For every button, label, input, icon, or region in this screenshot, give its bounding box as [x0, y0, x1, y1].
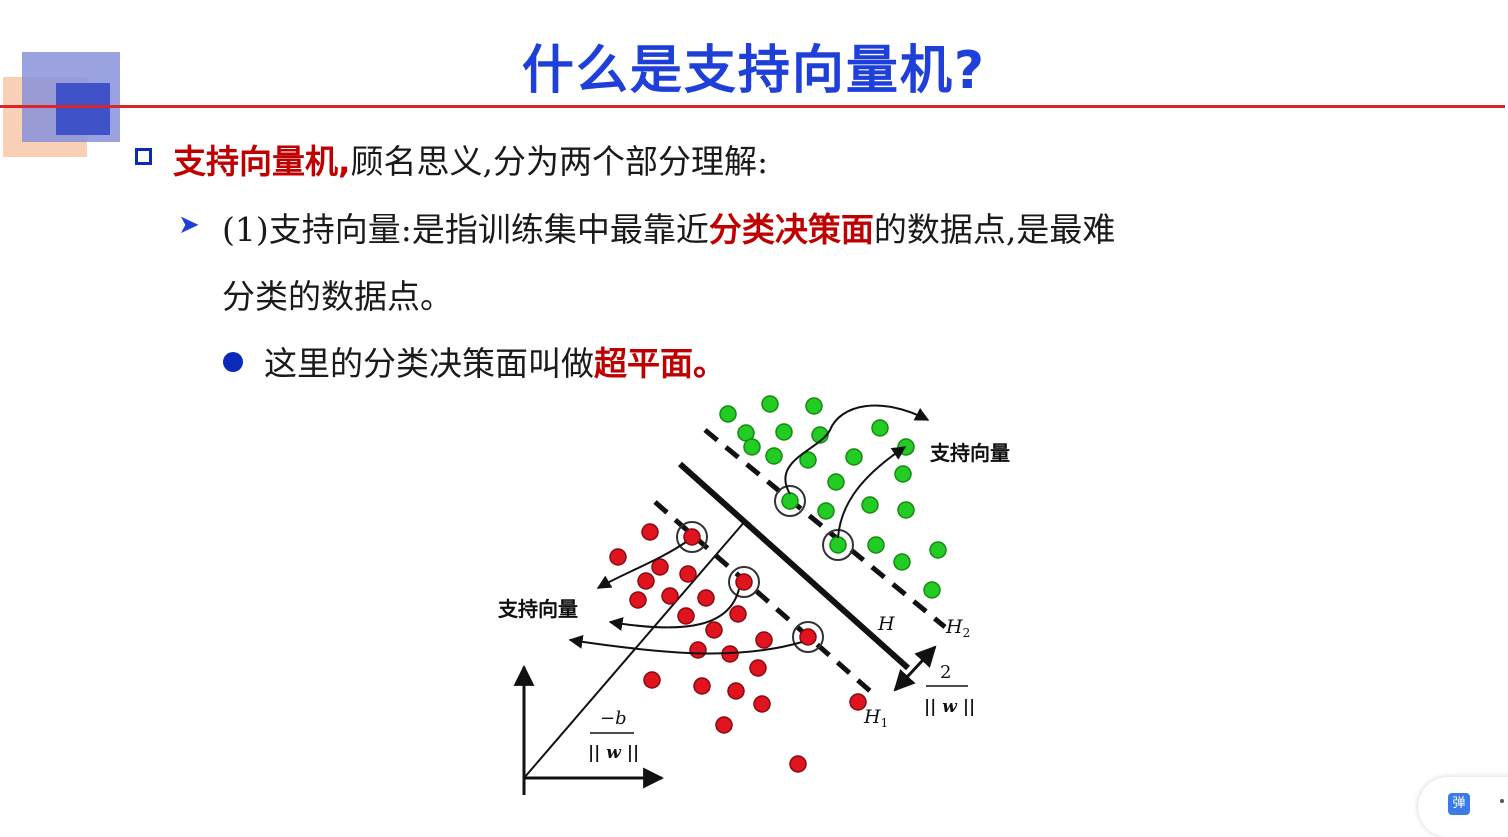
green-point [743, 438, 761, 456]
label-H1: H [863, 706, 881, 728]
bullet-line-1: 支持向量机,顾名思义,分为两个部分理解: [173, 135, 768, 183]
red-support-vector [735, 573, 753, 591]
svm-diagram: 支持向量 支持向量 H H2 H1 2 || w || −b || w || [498, 395, 1010, 795]
red-point [693, 677, 711, 695]
red-point [727, 682, 745, 700]
green-points [719, 395, 947, 599]
red-support-vector [799, 628, 817, 646]
floating-widget[interactable]: 弹 [1418, 777, 1508, 837]
red-point [705, 621, 723, 639]
red-point [677, 607, 695, 625]
line2-prefix: (1)支持向量:是指训练集中最靠近 [222, 210, 709, 249]
highlight-decision-surface: 分类决策面 [708, 210, 874, 249]
green-point [761, 395, 779, 413]
green-point [775, 423, 793, 441]
highlight-svm: 支持向量机, [173, 142, 351, 181]
bullet-line-3: 分类的数据点。 [222, 277, 453, 316]
red-point [749, 659, 767, 677]
green-point [765, 447, 783, 465]
label-H2-subscript: 2 [963, 626, 971, 640]
green-point [867, 536, 885, 554]
square-bullet-icon [135, 148, 152, 165]
red-point [629, 591, 647, 609]
green-point [923, 581, 941, 599]
green-point [817, 502, 835, 520]
red-points [609, 523, 867, 773]
svg-text:H1: H1 [863, 706, 888, 730]
line1-text: 顾名思义,分为两个部分理解: [350, 142, 769, 181]
red-point [729, 605, 747, 623]
red-point [753, 695, 771, 713]
highlight-hyperplane: 超平面。 [594, 344, 726, 383]
red-point [637, 572, 655, 590]
red-point [755, 631, 773, 649]
offset-denominator: || w || [588, 743, 639, 763]
green-support-vector [829, 536, 847, 554]
red-point [679, 565, 697, 583]
red-point [789, 755, 807, 773]
green-point [871, 419, 889, 437]
support-vector-label-left: 支持向量 [498, 597, 578, 621]
dot-bullet-icon [223, 352, 243, 372]
slide-title: 什么是支持向量机? [521, 41, 987, 101]
green-point [805, 397, 823, 415]
arrow-bullet-icon: ➤ [178, 210, 200, 240]
line4-prefix: 这里的分类决策面叫做 [264, 344, 594, 383]
green-point [929, 541, 947, 559]
offset-numerator: −b [600, 708, 627, 729]
green-point [894, 465, 912, 483]
red-point [641, 523, 659, 541]
line2-suffix: 的数据点,是最难 [873, 210, 1116, 249]
green-point [827, 473, 845, 491]
green-point [719, 405, 737, 423]
green-point [897, 501, 915, 519]
support-vector-label-right: 支持向量 [930, 441, 1010, 465]
green-point [845, 448, 863, 466]
green-point [893, 553, 911, 571]
green-support-vector [781, 492, 799, 510]
bullet-line-2: (1)支持向量:是指训练集中最靠近分类决策面的数据点,是最难 [222, 203, 1115, 251]
diagram-labels: 支持向量 支持向量 H H2 H1 2 || w || −b || w || [498, 441, 1010, 763]
label-H: H [877, 613, 895, 635]
bullet-line-4: 这里的分类决策面叫做超平面。 [264, 337, 726, 385]
red-point [697, 589, 715, 607]
more-dot-icon[interactable] [1500, 799, 1504, 803]
label-H2: H [945, 616, 963, 638]
red-point [643, 671, 661, 689]
svg-text:H2: H2 [945, 616, 970, 640]
red-point [651, 558, 669, 576]
title-divider [0, 105, 1505, 108]
margin-numerator: 2 [940, 662, 951, 683]
green-point [861, 496, 879, 514]
red-point [689, 641, 707, 659]
margin-arrow [893, 645, 937, 692]
label-H1-subscript: 1 [881, 716, 889, 730]
red-point [609, 548, 627, 566]
red-point [661, 587, 679, 605]
margin-denominator: || w || [924, 697, 975, 717]
green-point [897, 438, 915, 456]
popup-icon[interactable]: 弹 [1448, 793, 1470, 815]
red-point [715, 716, 733, 734]
